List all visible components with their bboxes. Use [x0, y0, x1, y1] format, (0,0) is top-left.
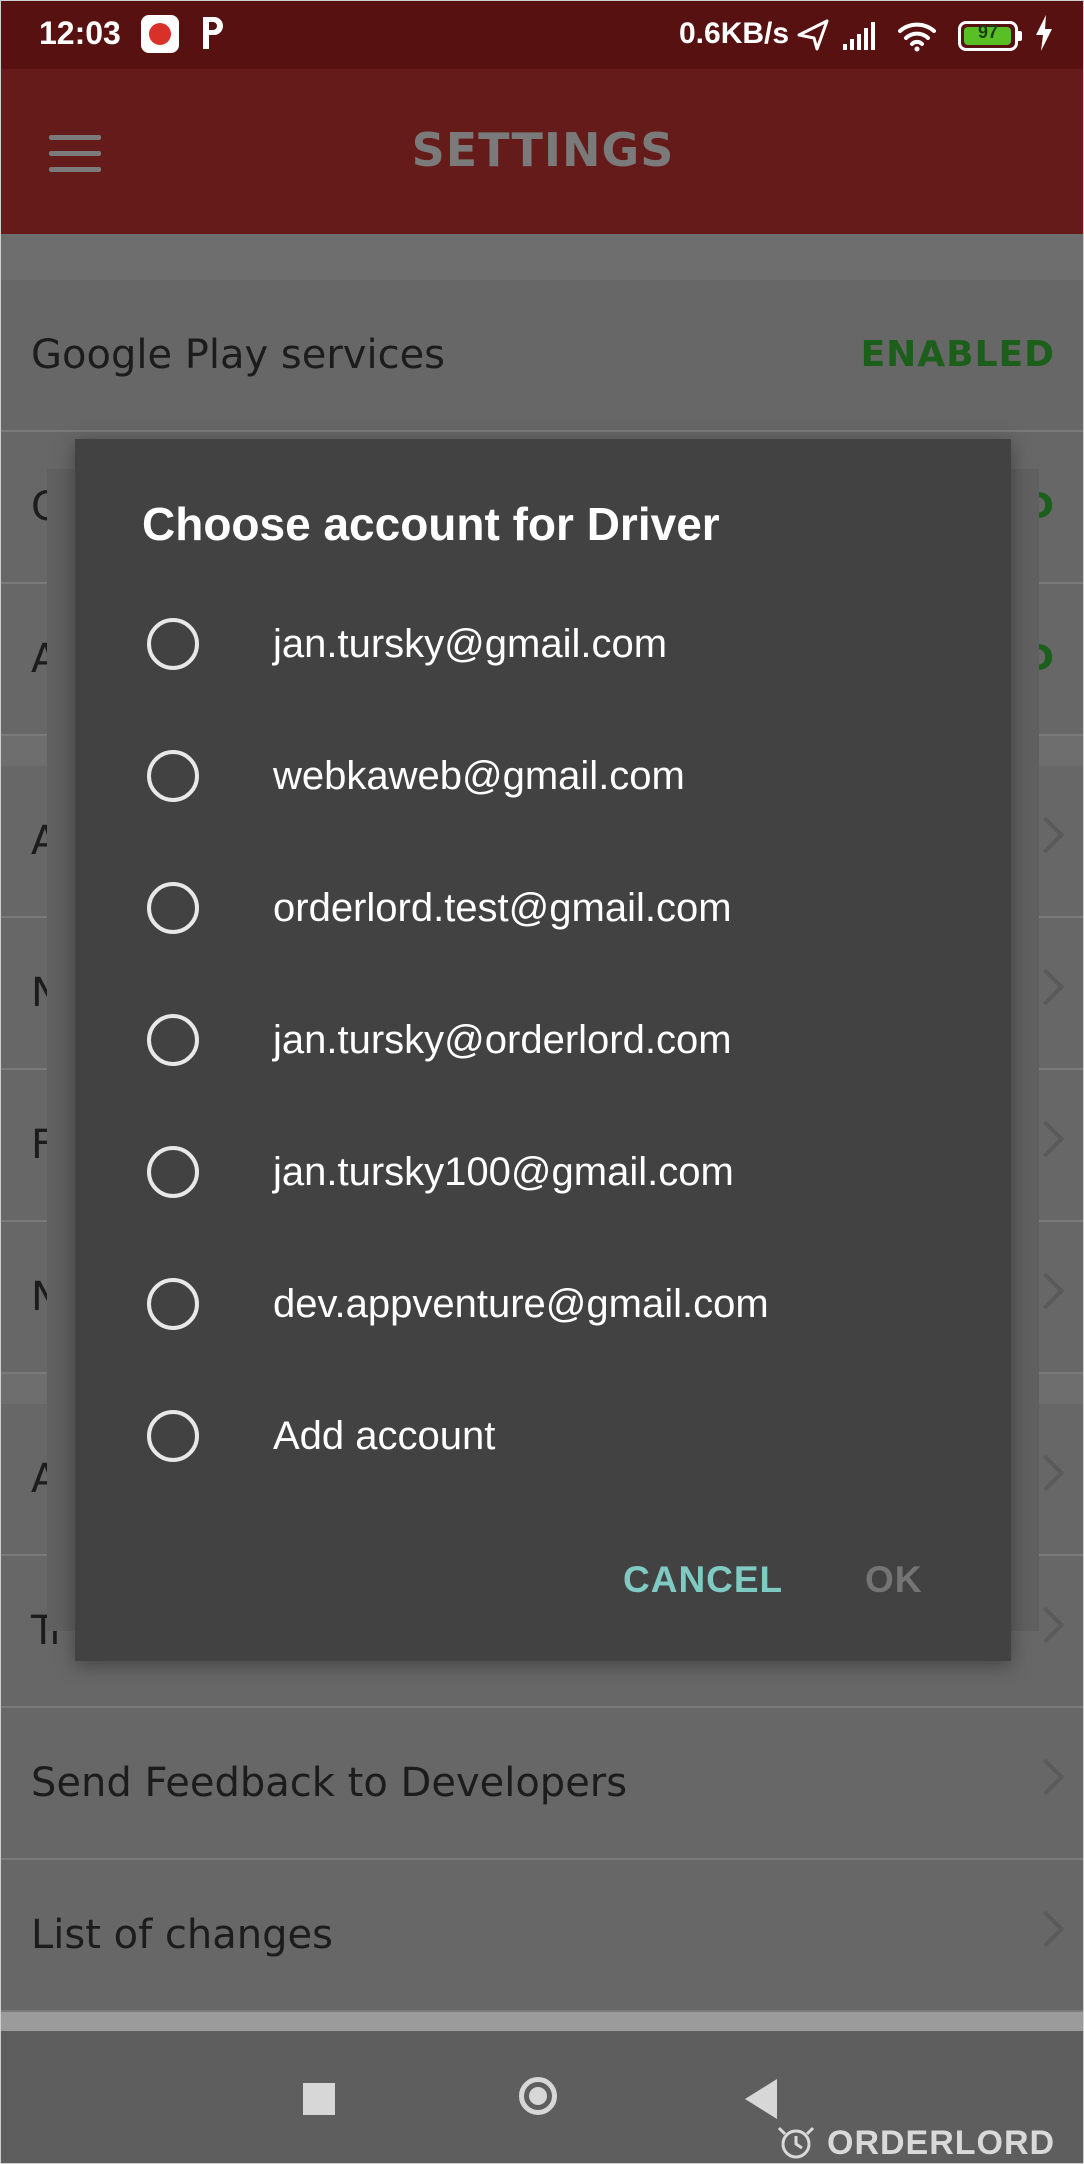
account-option[interactable]: webkaweb@gmail.com	[75, 709, 1011, 841]
watermark-text: ORDERLORD	[827, 2124, 1056, 2162]
settings-row-label: Send Feedback to Developers	[31, 1760, 628, 1806]
radio-button[interactable]	[147, 618, 199, 670]
settings-row-label: Google Play services	[31, 332, 446, 378]
screen: 12:03 0.6KB/s 97 SETTINGS Google Play se…	[0, 0, 1084, 2164]
status-bar: 12:03 0.6KB/s 97	[1, 1, 1083, 69]
settings-row-google-play-services[interactable]: Google Play services ENABLED	[1, 280, 1083, 432]
account-option[interactable]: dev.appventure@gmail.com	[75, 1237, 1011, 1369]
p-notification-icon	[203, 17, 223, 49]
battery-icon: 97	[958, 21, 1018, 51]
chevron-right-icon	[1027, 1758, 1065, 1796]
account-email: webkaweb@gmail.com	[273, 754, 685, 798]
ok-button[interactable]: OK	[865, 1559, 923, 1601]
signal-icon	[843, 22, 875, 50]
battery-percent: 97	[977, 22, 999, 42]
chevron-right-icon	[1027, 1910, 1065, 1948]
choose-account-dialog: Choose account for Driver jan.tursky@gma…	[75, 439, 1011, 1661]
page-title: SETTINGS	[411, 123, 675, 177]
orderlord-logo-icon	[777, 2126, 815, 2159]
account-option[interactable]: jan.tursky100@gmail.com	[75, 1105, 1011, 1237]
radio-button[interactable]	[147, 1146, 199, 1198]
settings-row-list-of-changes[interactable]: List of changes	[1, 1860, 1083, 2012]
network-speed: 0.6KB/s	[679, 17, 790, 50]
account-option[interactable]: orderlord.test@gmail.com	[75, 841, 1011, 973]
account-email: jan.tursky@gmail.com	[273, 622, 668, 666]
radio-button[interactable]	[147, 750, 199, 802]
app-notification-icon	[141, 15, 179, 53]
account-option[interactable]: jan.tursky@orderlord.com	[75, 973, 1011, 1105]
add-account-option[interactable]: Add account	[75, 1369, 1011, 1501]
home-icon[interactable]	[519, 2077, 557, 2115]
settings-row-label: List of changes	[31, 1912, 333, 1958]
recents-icon[interactable]	[303, 2083, 335, 2115]
radio-button[interactable]	[147, 882, 199, 934]
wifi-icon	[898, 22, 936, 52]
watermark-logo: ORDERLORD	[771, 2124, 1081, 2162]
dialog-title: Choose account for Driver	[142, 498, 720, 550]
signal-wifi-icons	[797, 19, 936, 52]
account-option[interactable]: jan.tursky@gmail.com	[75, 577, 1011, 709]
battery-tip	[1018, 31, 1022, 41]
account-email: jan.tursky@orderlord.com	[273, 1018, 732, 1062]
account-email: dev.appventure@gmail.com	[273, 1282, 769, 1326]
back-icon[interactable]	[745, 2079, 777, 2119]
add-account-label: Add account	[273, 1414, 496, 1458]
app-toolbar: SETTINGS	[1, 69, 1083, 234]
location-arrow-icon	[797, 19, 829, 51]
radio-button[interactable]	[147, 1014, 199, 1066]
status-enabled: ENABLED	[860, 334, 1055, 375]
radio-button[interactable]	[147, 1278, 199, 1330]
section-divider	[1, 234, 1083, 280]
cancel-button[interactable]: CANCEL	[623, 1559, 783, 1601]
account-email: orderlord.test@gmail.com	[273, 886, 732, 930]
radio-button[interactable]	[147, 1410, 199, 1462]
settings-row-send-feedback[interactable]: Send Feedback to Developers	[1, 1708, 1083, 1860]
charging-bolt-icon	[1036, 15, 1052, 51]
status-time: 12:03	[39, 15, 121, 51]
account-email: jan.tursky100@gmail.com	[273, 1150, 734, 1194]
